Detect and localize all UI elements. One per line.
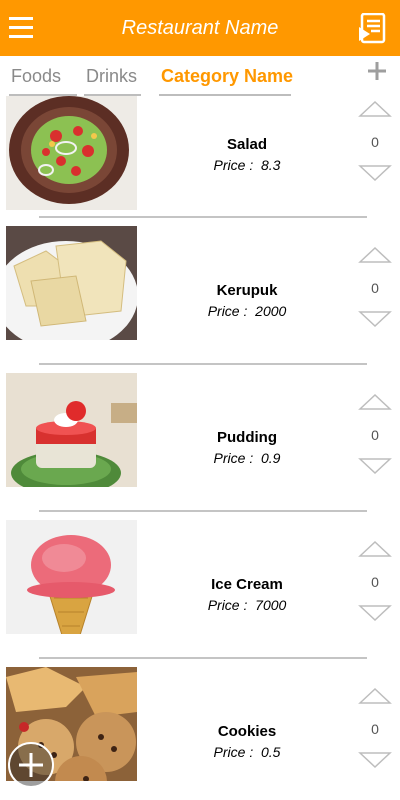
price-label: Price :	[213, 450, 254, 466]
price-label: Price :	[213, 744, 254, 760]
plus-circle-icon	[19, 753, 43, 777]
tab-category-name[interactable]: Category Name	[161, 66, 293, 93]
price-label: Price :	[207, 303, 248, 319]
tab-foods[interactable]: Foods	[11, 66, 61, 93]
list-item[interactable]: Pudding Price : 0.9 0	[0, 373, 400, 520]
app-bar: Restaurant Name	[0, 0, 400, 56]
decrease-quantity-icon[interactable]	[358, 310, 392, 328]
item-quantity: 0	[371, 280, 379, 296]
item-divider	[39, 510, 367, 512]
item-divider	[39, 363, 367, 365]
order-list-icon[interactable]	[358, 12, 388, 45]
decrease-quantity-icon[interactable]	[358, 164, 392, 182]
add-category-icon[interactable]	[366, 60, 388, 82]
item-name: Kerupuk	[216, 282, 278, 299]
tab-drinks[interactable]: Drinks	[86, 66, 137, 93]
add-item-button[interactable]	[8, 742, 54, 788]
list-item[interactable]: Kerupuk Price : 2000 0	[0, 226, 400, 373]
decrease-quantity-icon[interactable]	[358, 457, 392, 475]
salad-image	[6, 96, 137, 210]
item-divider	[39, 216, 367, 218]
price-label: Price :	[207, 597, 248, 613]
item-quantity: 0	[371, 427, 379, 443]
item-price: Price : 0.9	[137, 450, 357, 466]
item-price: Price : 8.3	[137, 157, 357, 173]
item-quantity: 0	[371, 574, 379, 590]
list-item[interactable]: Salad Price : 8.3 0	[0, 96, 400, 243]
decrease-quantity-icon[interactable]	[358, 751, 392, 769]
price-value: 0.9	[261, 450, 281, 466]
item-divider	[39, 657, 367, 659]
increase-quantity-icon[interactable]	[358, 540, 392, 558]
ice-cream-image	[6, 520, 137, 634]
increase-quantity-icon[interactable]	[358, 687, 392, 705]
decrease-quantity-icon[interactable]	[358, 604, 392, 622]
item-name: Ice Cream	[211, 576, 283, 593]
list-item[interactable]: Cookies Price : 0.5 0	[0, 667, 400, 800]
item-name: Cookies	[217, 723, 277, 740]
list-item[interactable]: Ice Cream Price : 7000 0	[0, 520, 400, 667]
increase-quantity-icon[interactable]	[358, 393, 392, 411]
menu-item-list[interactable]: Salad Price : 8.3 0 Kerupuk Price : 2000…	[0, 96, 400, 800]
price-value: 8.3	[261, 157, 281, 173]
price-label: Price :	[213, 157, 254, 173]
item-quantity: 0	[371, 721, 379, 737]
price-value: 0.5	[261, 744, 281, 760]
pudding-image	[6, 373, 137, 487]
increase-quantity-icon[interactable]	[358, 246, 392, 264]
price-value: 7000	[255, 597, 287, 613]
item-name: Salad	[226, 136, 268, 153]
item-price: Price : 0.5	[137, 744, 357, 760]
price-value: 2000	[255, 303, 287, 319]
increase-quantity-icon[interactable]	[358, 100, 392, 118]
item-price: Price : 2000	[137, 303, 357, 319]
item-name: Pudding	[217, 429, 277, 446]
item-quantity: 0	[371, 134, 379, 150]
kerupuk-image	[6, 226, 137, 340]
menu-icon[interactable]	[9, 17, 33, 39]
item-price: Price : 7000	[137, 597, 357, 613]
app-title: Restaurant Name	[121, 17, 279, 39]
category-tabs: Foods Drinks Category Name	[0, 56, 400, 96]
